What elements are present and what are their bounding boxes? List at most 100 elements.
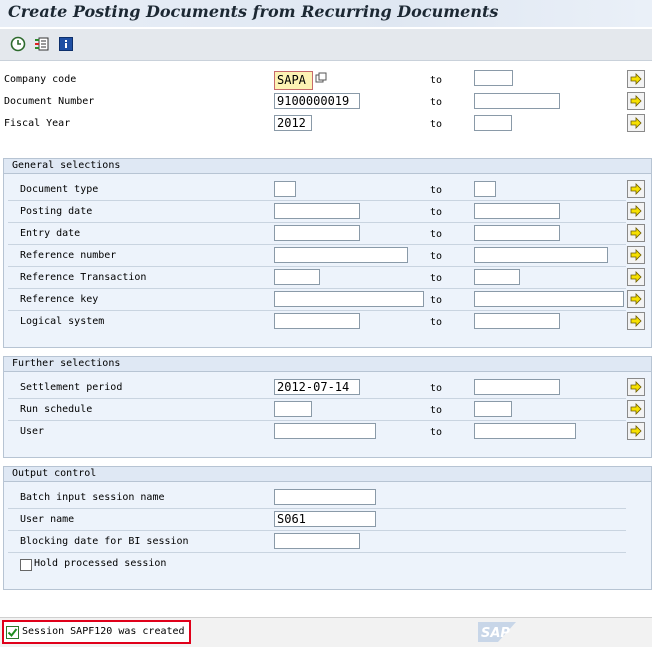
variant-icon[interactable] <box>33 35 51 53</box>
batch-input-session-name-field[interactable] <box>274 489 376 505</box>
settlement-period-label: Settlement period <box>20 382 123 393</box>
row-divider <box>8 288 626 289</box>
blocking-date-field[interactable] <box>274 533 360 549</box>
user-name-field[interactable]: S061 <box>274 511 376 527</box>
status-message-text: Session SAPF120 was created <box>22 626 185 637</box>
blocking-date-label: Blocking date for BI session <box>20 536 189 547</box>
to-label: to <box>430 185 443 196</box>
user-label: User <box>20 426 45 437</box>
run-schedule-to-field[interactable] <box>474 401 512 417</box>
company-code-to-field[interactable] <box>474 70 513 86</box>
reference-key-label: Reference key <box>20 294 99 305</box>
to-label: to <box>430 251 443 262</box>
reference-transaction-from-field[interactable] <box>274 269 320 285</box>
logical-system-multiple-selection-button[interactable] <box>627 312 645 330</box>
user-from-field[interactable] <box>274 423 376 439</box>
user-name-label: User name <box>20 514 75 525</box>
status-message[interactable]: Session SAPF120 was created <box>2 620 191 644</box>
svg-text:SAP: SAP <box>481 626 510 641</box>
info-icon[interactable] <box>57 35 75 53</box>
sap-logo: SAP <box>478 622 516 642</box>
entry-date-label: Entry date <box>20 228 81 239</box>
to-label: to <box>430 97 443 108</box>
user-to-field[interactable] <box>474 423 576 439</box>
further-selections-title: Further selections <box>4 357 651 372</box>
logical-system-label: Logical system <box>20 316 105 327</box>
row-divider <box>8 420 626 421</box>
settlement-period-multiple-selection-button[interactable] <box>627 378 645 396</box>
to-label: to <box>430 383 443 394</box>
entry-date-multiple-selection-button[interactable] <box>627 224 645 242</box>
fiscal-year-multiple-selection-button[interactable] <box>627 114 645 132</box>
row-divider <box>8 200 626 201</box>
run-schedule-label: Run schedule <box>20 404 93 415</box>
row-divider <box>8 222 626 223</box>
output-control-title: Output control <box>4 467 651 482</box>
row-divider <box>8 310 626 311</box>
to-label: to <box>430 427 443 438</box>
reference-key-multiple-selection-button[interactable] <box>627 290 645 308</box>
logical-system-from-field[interactable] <box>274 313 360 329</box>
user-multiple-selection-button[interactable] <box>627 422 645 440</box>
entry-date-from-field[interactable] <box>274 225 360 241</box>
output-control-group: Output control <box>3 466 652 590</box>
row-divider <box>8 508 626 509</box>
company-code-label: Company code <box>4 74 77 85</box>
document-type-label: Document type <box>20 184 99 195</box>
row-divider <box>8 266 626 267</box>
row-divider <box>8 552 626 553</box>
reference-transaction-to-field[interactable] <box>474 269 520 285</box>
reference-transaction-label: Reference Transaction <box>20 272 147 283</box>
row-divider <box>8 244 626 245</box>
reference-number-multiple-selection-button[interactable] <box>627 246 645 264</box>
to-label: to <box>430 229 443 240</box>
execute-clock-icon[interactable] <box>9 35 27 53</box>
document-number-to-field[interactable] <box>474 93 560 109</box>
posting-date-to-field[interactable] <box>474 203 560 219</box>
to-label: to <box>430 317 443 328</box>
company-code-from-field[interactable]: SAPA <box>274 71 313 90</box>
document-number-label: Document Number <box>4 96 95 107</box>
to-label: to <box>430 273 443 284</box>
entry-date-to-field[interactable] <box>474 225 560 241</box>
general-selections-title: General selections <box>4 159 651 174</box>
hold-processed-session-label: Hold processed session <box>34 558 167 569</box>
settlement-period-from-field[interactable]: 2012-07-14 <box>274 379 360 395</box>
multiple-selection-copy-icon[interactable] <box>315 72 327 84</box>
reference-key-from-field[interactable] <box>274 291 424 307</box>
posting-date-label: Posting date <box>20 206 93 217</box>
document-type-from-field[interactable] <box>274 181 296 197</box>
to-label: to <box>430 207 443 218</box>
row-divider <box>8 530 626 531</box>
row-divider <box>8 398 626 399</box>
document-type-multiple-selection-button[interactable] <box>627 180 645 198</box>
document-number-multiple-selection-button[interactable] <box>627 92 645 110</box>
hold-processed-session-checkbox[interactable] <box>20 559 32 571</box>
further-selections-group: Further selections <box>3 356 652 458</box>
reference-key-to-field[interactable] <box>474 291 624 307</box>
run-schedule-multiple-selection-button[interactable] <box>627 400 645 418</box>
batch-input-session-name-label: Batch input session name <box>20 492 165 503</box>
fiscal-year-to-field[interactable] <box>474 115 512 131</box>
to-label: to <box>430 75 443 86</box>
page-title: Create Posting Documents from Recurring … <box>8 2 499 21</box>
reference-number-to-field[interactable] <box>474 247 608 263</box>
company-code-multiple-selection-button[interactable] <box>627 70 645 88</box>
to-label: to <box>430 119 443 130</box>
reference-number-label: Reference number <box>20 250 117 261</box>
logical-system-to-field[interactable] <box>474 313 560 329</box>
document-type-to-field[interactable] <box>474 181 496 197</box>
to-label: to <box>430 405 443 416</box>
application-toolbar <box>0 29 652 61</box>
fiscal-year-from-field[interactable]: 2012 <box>274 115 312 131</box>
settlement-period-to-field[interactable] <box>474 379 560 395</box>
posting-date-from-field[interactable] <box>274 203 360 219</box>
run-schedule-from-field[interactable] <box>274 401 312 417</box>
reference-transaction-multiple-selection-button[interactable] <box>627 268 645 286</box>
posting-date-multiple-selection-button[interactable] <box>627 202 645 220</box>
to-label: to <box>430 295 443 306</box>
document-number-from-field[interactable]: 9100000019 <box>274 93 360 109</box>
reference-number-from-field[interactable] <box>274 247 408 263</box>
fiscal-year-label: Fiscal Year <box>4 118 71 129</box>
success-check-icon <box>6 625 19 639</box>
